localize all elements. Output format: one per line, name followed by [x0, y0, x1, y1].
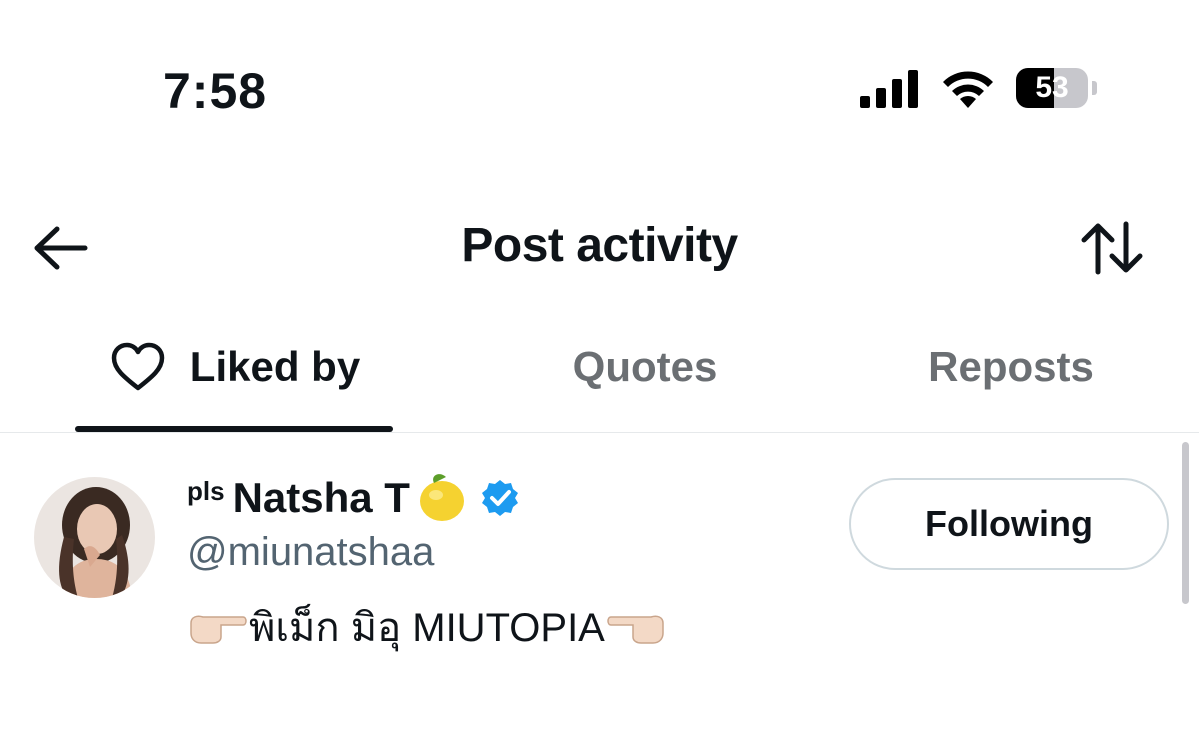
sort-arrows-icon	[1081, 221, 1143, 275]
user-name-row[interactable]: pls Natsha T	[187, 470, 520, 526]
page-title: Post activity	[461, 219, 738, 272]
verified-badge-icon	[480, 478, 520, 518]
tab-quotes[interactable]: Quotes	[545, 338, 745, 396]
user-bio-text: พิเม็ก มิอุ MIUTOPIA	[249, 606, 605, 650]
battery-icon: 53	[1016, 68, 1088, 108]
battery-cap	[1092, 81, 1097, 95]
wifi-icon	[943, 71, 993, 108]
pointing-right-emoji-icon	[187, 607, 249, 647]
avatar[interactable]	[34, 477, 155, 598]
heart-icon	[110, 342, 166, 392]
battery-percentage: 53	[1035, 71, 1069, 104]
pointing-left-emoji-icon	[605, 607, 667, 647]
following-button[interactable]: Following	[849, 478, 1169, 570]
tab-liked-by[interactable]: Liked by	[100, 338, 370, 396]
cellular-signal-icon	[860, 70, 918, 108]
status-time: 7:58	[163, 63, 268, 119]
user-name-prefix: pls	[187, 476, 225, 506]
tab-reposts[interactable]: Reposts	[900, 338, 1122, 396]
tab-liked-by-label: Liked by	[189, 343, 361, 390]
user-bio: พิเม็ก มิอุ MIUTOPIA	[187, 600, 667, 654]
lemon-emoji-icon	[412, 471, 468, 525]
sort-button[interactable]	[1076, 216, 1148, 280]
tab-divider	[0, 432, 1199, 433]
user-display-name: Natsha T	[232, 474, 410, 521]
scrollbar[interactable]	[1182, 442, 1189, 604]
user-handle: @miunatshaa	[187, 530, 435, 574]
post-activity-screen: 7:58 53 Post activity Liked by Quotes Re…	[0, 0, 1199, 729]
